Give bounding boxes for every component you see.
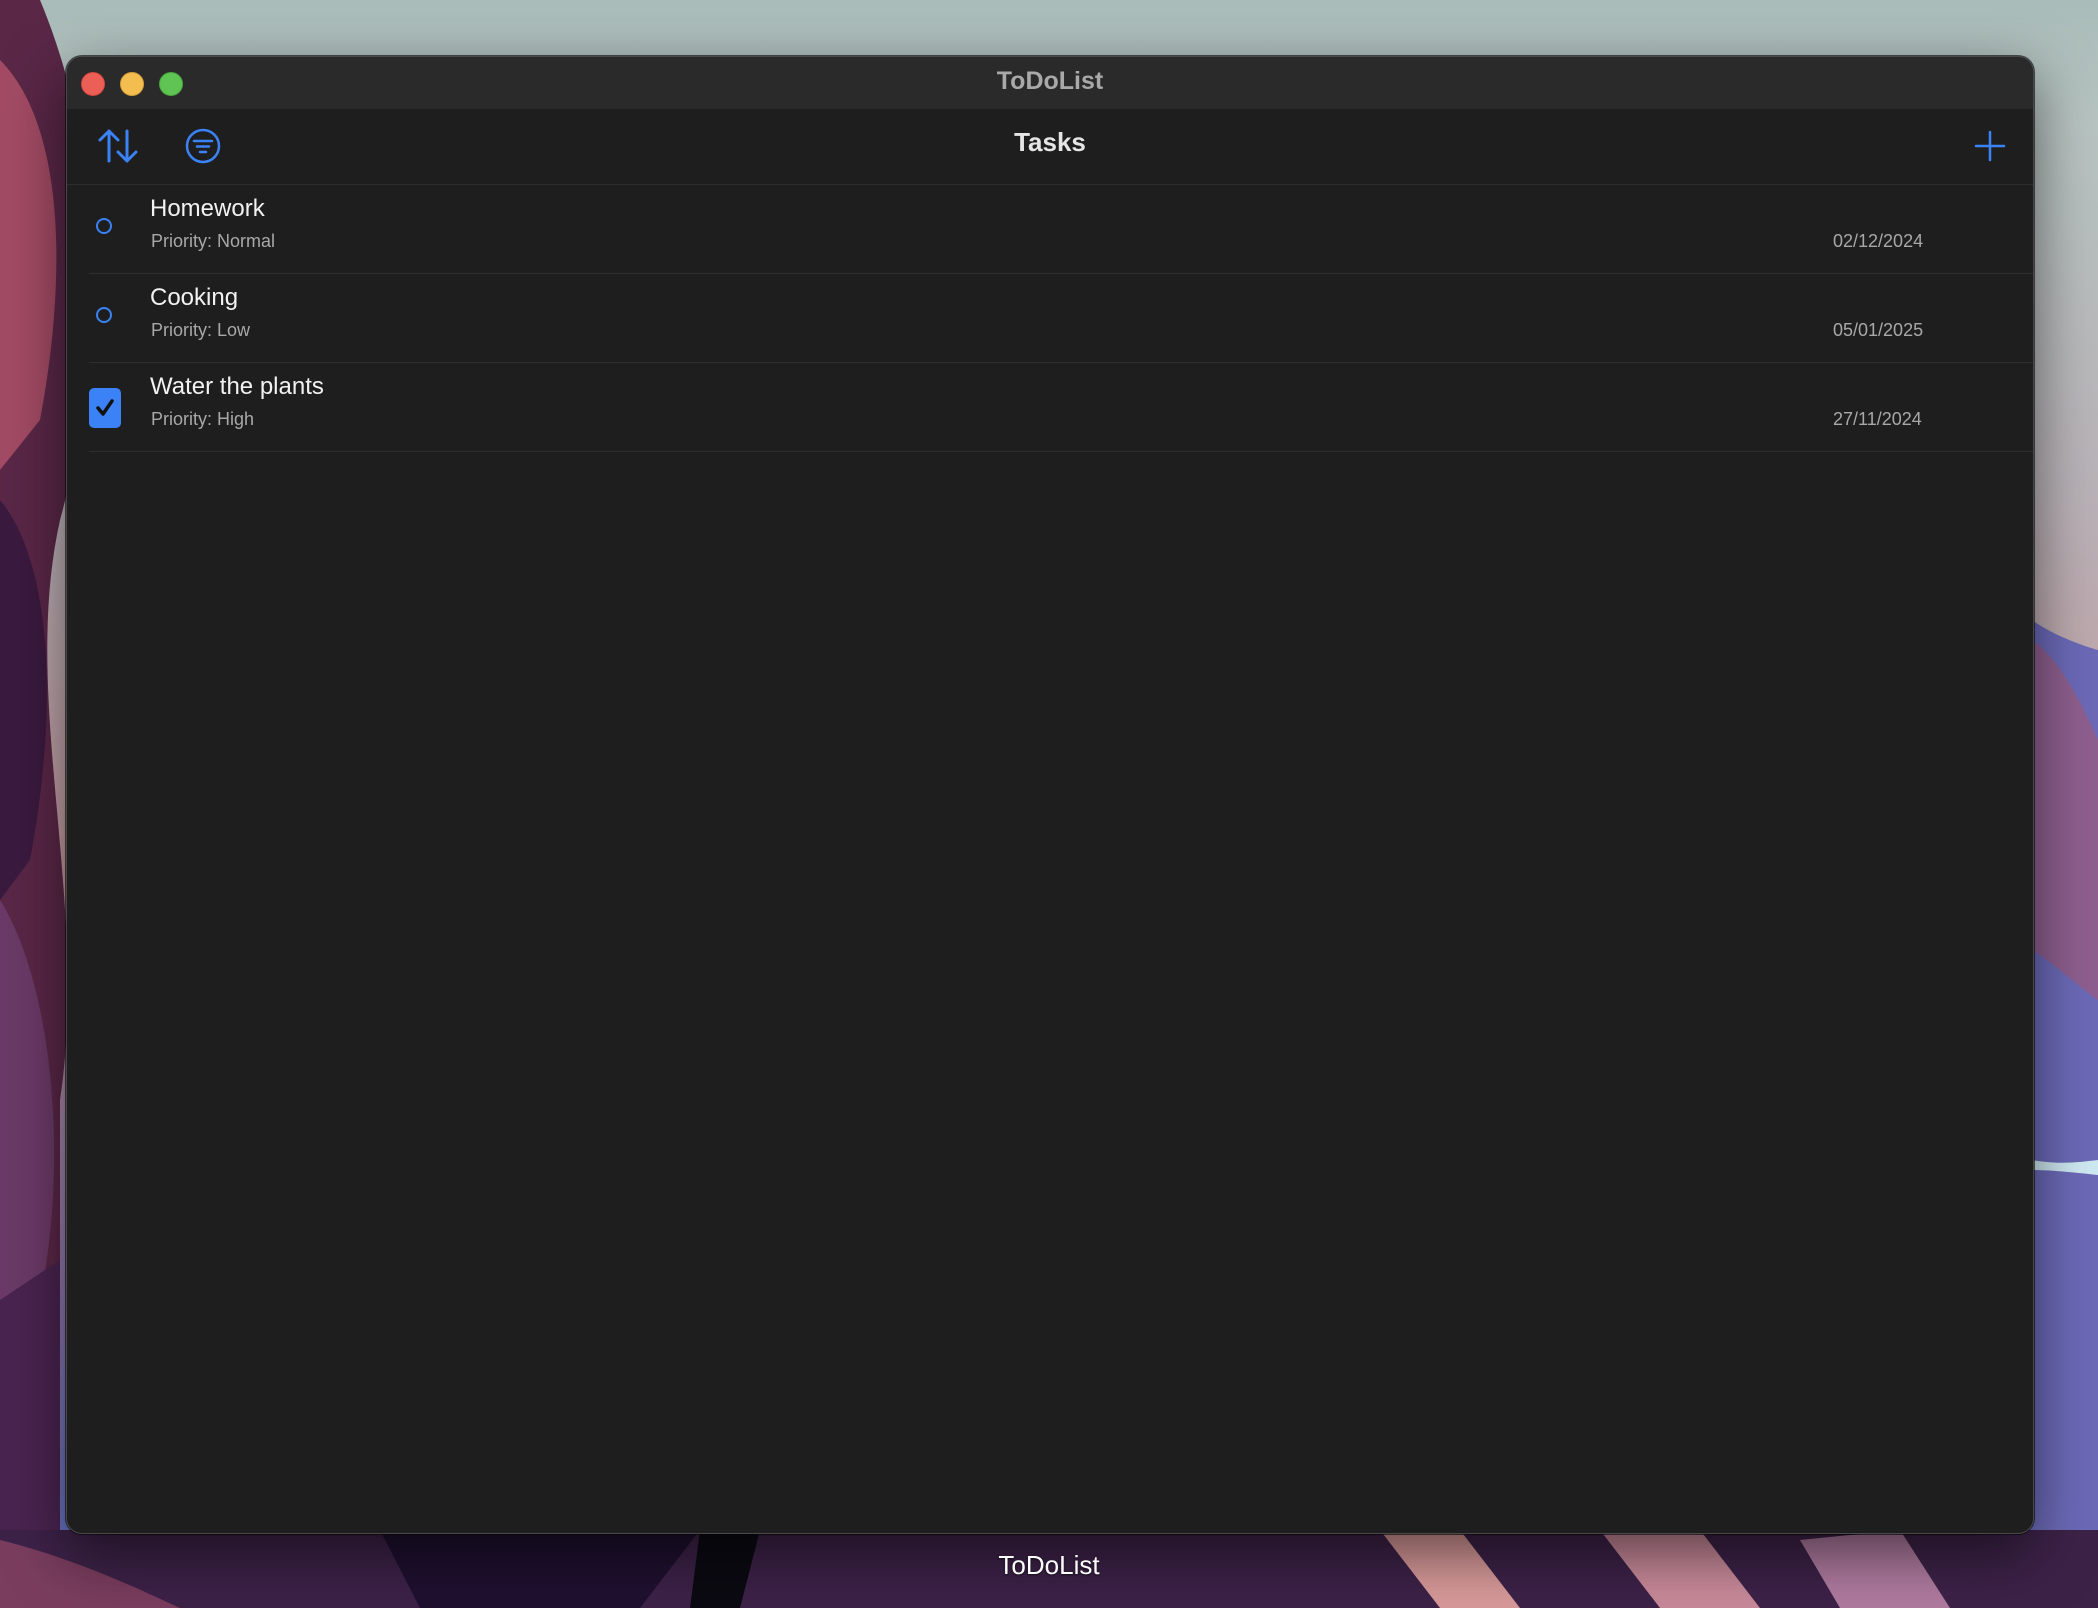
task-list: Homework Priority: Normal 02/12/2024 Coo…	[67, 185, 2033, 452]
task-name: Water the plants	[150, 373, 324, 400]
page-title: Tasks	[1014, 127, 1086, 157]
task-date: 27/11/2024	[1833, 409, 1922, 429]
task-date: 02/12/2024	[1833, 231, 1924, 251]
add-task-button[interactable]	[1973, 129, 2007, 163]
checkmark-icon	[96, 399, 114, 416]
task-priority: Priority: Low	[151, 320, 251, 340]
desktop: ToDoList Tasks Homework Priority: Normal…	[0, 0, 2098, 1608]
task-priority: Priority: Normal	[151, 231, 276, 251]
toolbar: Tasks	[67, 109, 2033, 185]
task-checkbox-checked[interactable]	[89, 388, 121, 428]
task-row[interactable]: Water the plants Priority: High 27/11/20…	[89, 363, 2033, 452]
task-priority: Priority: High	[151, 409, 255, 429]
task-date: 05/01/2025	[1833, 320, 1924, 340]
dock-app-label: ToDoList	[998, 1550, 1100, 1580]
title-bar: ToDoList	[67, 57, 2033, 109]
task-name: Cooking	[150, 284, 239, 311]
task-checkbox-unchecked[interactable]	[96, 218, 112, 234]
app-window: ToDoList Tasks Homework Priority: Normal…	[66, 56, 2034, 1534]
window-title: ToDoList	[996, 67, 1104, 95]
task-row[interactable]: Cooking Priority: Low 05/01/2025	[89, 274, 2033, 363]
task-row[interactable]: Homework Priority: Normal 02/12/2024	[89, 185, 2033, 274]
task-name: Homework	[150, 195, 265, 222]
task-checkbox-unchecked[interactable]	[96, 307, 112, 323]
